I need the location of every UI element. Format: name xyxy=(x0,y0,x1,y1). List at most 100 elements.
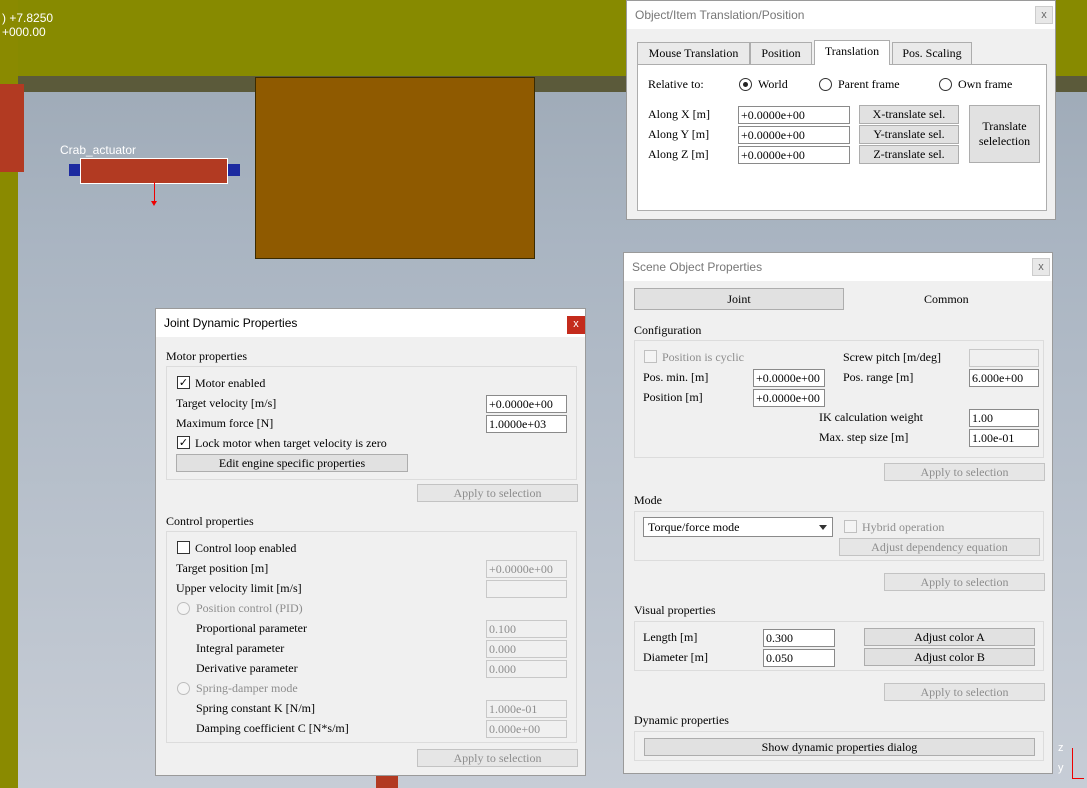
length-input[interactable]: 0.300 xyxy=(763,629,835,647)
position-input[interactable]: +0.0000e+00 xyxy=(753,389,825,407)
motor-properties-heading: Motor properties xyxy=(166,349,247,363)
object-label: Crab_actuator xyxy=(60,143,137,157)
cargo-box[interactable] xyxy=(255,77,535,259)
crab-actuator[interactable] xyxy=(80,158,228,184)
axis-z-label: z xyxy=(1058,742,1064,754)
adjust-color-a-button[interactable]: Adjust color A xyxy=(864,628,1035,646)
target-position-input[interactable]: +0.0000e+00 xyxy=(486,560,567,578)
position-control-label: Position control (PID) xyxy=(196,601,303,615)
spring-constant-input[interactable]: 1.000e-01 xyxy=(486,700,567,718)
translate-selection-button[interactable]: Translate selelection xyxy=(969,105,1040,163)
bottom-red-object xyxy=(376,776,398,788)
lock-motor-checkbox[interactable]: ✓ xyxy=(177,436,190,449)
edit-engine-properties-button[interactable]: Edit engine specific properties xyxy=(176,454,408,472)
target-position-label: Target position [m] xyxy=(176,561,269,575)
translation-dialog: Object/Item Translation/Position x Mouse… xyxy=(626,0,1056,220)
max-step-input[interactable]: 1.00e-01 xyxy=(969,429,1039,447)
close-icon[interactable]: x xyxy=(567,316,585,334)
proportional-input[interactable]: 0.100 xyxy=(486,620,567,638)
crab-end-right xyxy=(228,164,240,176)
red-block xyxy=(0,84,24,172)
spring-damper-radio[interactable] xyxy=(177,682,190,695)
integral-input[interactable]: 0.000 xyxy=(486,640,567,658)
length-label: Length [m] xyxy=(643,630,698,644)
upper-velocity-input[interactable] xyxy=(486,580,567,598)
pos-min-input[interactable]: +0.0000e+00 xyxy=(753,369,825,387)
tab-mouse-translation[interactable]: Mouse Translation xyxy=(637,42,750,64)
along-x-label: Along X [m] xyxy=(648,107,710,121)
visual-apply-button[interactable]: Apply to selection xyxy=(884,683,1045,701)
radio-own-frame[interactable] xyxy=(939,78,952,91)
mode-select-value: Torque/force mode xyxy=(648,520,740,534)
derivative-label: Derivative parameter xyxy=(196,661,298,675)
coord-readout-2: +000.00 xyxy=(2,25,46,39)
derivative-input[interactable]: 0.000 xyxy=(486,660,567,678)
ik-weight-input[interactable]: 1.00 xyxy=(969,409,1039,427)
diameter-input[interactable]: 0.050 xyxy=(763,649,835,667)
integral-label: Integral parameter xyxy=(196,641,285,655)
spring-damper-label: Spring-damper mode xyxy=(196,681,298,695)
dialog-title: Scene Object Properties xyxy=(632,260,763,274)
along-y-input[interactable]: +0.0000e+00 xyxy=(738,126,850,144)
tab-translation[interactable]: Translation xyxy=(814,40,890,65)
x-translate-button[interactable]: X-translate sel. xyxy=(859,105,959,124)
target-velocity-label: Target velocity [m/s] xyxy=(176,396,277,410)
translate-selection-label-2: selelection xyxy=(978,134,1031,148)
z-translate-button[interactable]: Z-translate sel. xyxy=(859,145,959,164)
visual-heading: Visual properties xyxy=(634,603,716,617)
adjust-dependency-button[interactable]: Adjust dependency equation xyxy=(839,538,1040,556)
position-cyclic-label: Position is cyclic xyxy=(662,350,744,364)
axis-y-label: y xyxy=(1058,762,1064,774)
spring-constant-label: Spring constant K [N/m] xyxy=(196,701,315,715)
configuration-heading: Configuration xyxy=(634,323,702,337)
control-properties-heading: Control properties xyxy=(166,514,254,528)
upper-velocity-label: Upper velocity limit [m/s] xyxy=(176,581,302,595)
pos-range-input[interactable]: 6.000e+00 xyxy=(969,369,1039,387)
radio-parent-frame[interactable] xyxy=(819,78,832,91)
translate-selection-label-1: Translate xyxy=(982,119,1027,133)
damping-coefficient-input[interactable]: 0.000e+00 xyxy=(486,720,567,738)
motor-apply-button[interactable]: Apply to selection xyxy=(417,484,578,502)
adjust-color-b-button[interactable]: Adjust color B xyxy=(864,648,1035,666)
control-loop-checkbox[interactable] xyxy=(177,541,190,554)
along-z-input[interactable]: +0.0000e+00 xyxy=(738,146,850,164)
chevron-down-icon xyxy=(819,525,827,530)
config-apply-button[interactable]: Apply to selection xyxy=(884,463,1045,481)
show-dynamic-properties-button[interactable]: Show dynamic properties dialog xyxy=(644,738,1035,756)
tab-pos-scaling[interactable]: Pos. Scaling xyxy=(892,42,972,64)
radio-world[interactable] xyxy=(739,78,752,91)
tab-common[interactable]: Common xyxy=(924,292,969,307)
pos-min-label: Pos. min. [m] xyxy=(643,370,709,384)
radio-parent-frame-label: Parent frame xyxy=(838,77,900,91)
dialog-title: Object/Item Translation/Position xyxy=(635,8,805,22)
motor-enabled-label: Motor enabled xyxy=(195,376,266,390)
hybrid-label: Hybrid operation xyxy=(862,520,945,534)
motor-enabled-checkbox[interactable]: ✓ xyxy=(177,376,190,389)
coord-readout-1: ) +7.8250 xyxy=(2,11,54,25)
tab-position[interactable]: Position xyxy=(750,42,812,64)
screw-pitch-label: Screw pitch [m/deg] xyxy=(843,350,941,364)
position-control-radio[interactable] xyxy=(177,602,190,615)
axis-arrow-icon xyxy=(151,182,157,206)
target-velocity-input[interactable]: +0.0000e+00 xyxy=(486,395,567,413)
close-icon[interactable]: x xyxy=(1032,258,1050,276)
along-y-label: Along Y [m] xyxy=(648,127,710,141)
y-translate-button[interactable]: Y-translate sel. xyxy=(859,125,959,144)
max-step-label: Max. step size [m] xyxy=(819,430,909,444)
screw-pitch-input[interactable] xyxy=(969,349,1039,367)
along-x-input[interactable]: +0.0000e+00 xyxy=(738,106,850,124)
joint-dynamic-properties-dialog: Joint Dynamic Properties x Motor propert… xyxy=(155,308,586,776)
max-force-input[interactable]: 1.0000e+03 xyxy=(486,415,567,433)
control-apply-button[interactable]: Apply to selection xyxy=(417,749,578,767)
diameter-label: Diameter [m] xyxy=(643,650,708,664)
mode-apply-button[interactable]: Apply to selection xyxy=(884,573,1045,591)
along-z-label: Along Z [m] xyxy=(648,147,709,161)
hybrid-checkbox[interactable] xyxy=(844,520,857,533)
mode-select[interactable]: Torque/force mode xyxy=(643,517,833,537)
position-label: Position [m] xyxy=(643,390,703,404)
close-icon[interactable]: x xyxy=(1035,6,1053,24)
relative-to-label: Relative to: xyxy=(648,77,704,91)
position-cyclic-checkbox[interactable] xyxy=(644,350,657,363)
tab-joint[interactable]: Joint xyxy=(634,288,844,310)
radio-own-frame-label: Own frame xyxy=(958,77,1013,91)
